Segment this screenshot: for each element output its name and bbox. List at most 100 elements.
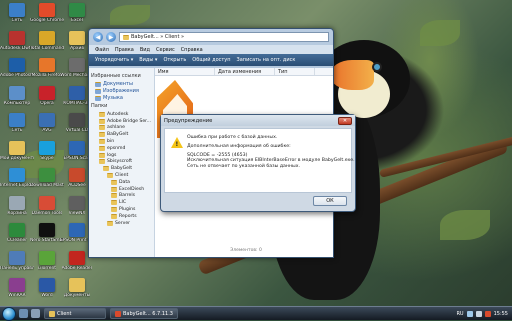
show-desktop-icon[interactable] [19, 309, 28, 318]
toolbar-button[interactable]: Виды ▾ [139, 57, 157, 63]
desktop-icon[interactable]: Nero StartSmart [30, 223, 64, 243]
address-text: BabyGelt... » Client » [131, 34, 185, 40]
library-icon [95, 81, 101, 87]
folder-tree-item[interactable]: Autodesk [91, 111, 152, 118]
folder-tree-item[interactable]: Client [91, 172, 152, 179]
desktop-icon[interactable]: WinRAR [2, 278, 32, 298]
toolbar-button[interactable]: Открыть [163, 57, 186, 63]
toucan-beak [330, 60, 374, 90]
desktop-icon[interactable]: Skype [32, 140, 62, 161]
column-header[interactable]: Дата изменения [215, 68, 275, 75]
folder-tree-item[interactable]: Barrels [91, 193, 152, 200]
folder-tree-item[interactable]: Adobe Bridge Ser... [91, 118, 152, 125]
folder-tree-item[interactable]: BaByGelt [91, 131, 152, 138]
favorites-header: Избранные ссылки [91, 73, 141, 79]
folder-tree-item[interactable]: bin [91, 138, 152, 145]
desktop-icon-label: Документы [63, 293, 91, 298]
antivirus-icon[interactable] [484, 310, 491, 317]
folder-tree-item[interactable]: ashlane [91, 125, 152, 132]
folder-tree-item[interactable]: Reports [91, 213, 152, 220]
switch-windows-icon[interactable] [31, 309, 40, 318]
application-icon [39, 30, 55, 45]
favorite-link[interactable]: Изображения [95, 88, 152, 94]
application-icon [69, 58, 85, 72]
folder-tree-item[interactable]: logs [91, 152, 152, 159]
clock[interactable]: 15:55 [494, 311, 508, 317]
folder-name: BaByGelt [107, 132, 129, 138]
back-icon[interactable]: ◀ [93, 32, 103, 42]
folder-tree-item[interactable]: Sbisyscroft [91, 159, 152, 166]
forward-icon[interactable]: ▶ [106, 32, 116, 42]
volume-icon[interactable] [475, 310, 482, 317]
wallpaper-leaf [420, 20, 460, 46]
application-icon [9, 30, 25, 45]
network-icon[interactable] [466, 310, 473, 317]
library-icon [95, 88, 101, 94]
desktop-icon[interactable]: Excel [62, 3, 92, 23]
desktop-icon[interactable]: Google Chrome [30, 3, 64, 23]
desktop-icon[interactable]: Документы [62, 278, 92, 298]
desktop-icon[interactable]: uTorrent [32, 250, 62, 271]
folder-tree-item[interactable]: LIC [91, 199, 152, 206]
desktop-icon-label: Autodesk Dwf Viewer [0, 45, 34, 51]
desktop-icon-label: Nero StartSmart [30, 238, 64, 243]
desktop-icon[interactable]: AVG [32, 113, 62, 133]
desktop-icon[interactable]: Сеть [2, 3, 32, 23]
folder-tree-item[interactable]: Plugins [91, 206, 152, 213]
desktop-icon[interactable]: Total Commander [30, 30, 64, 51]
column-header[interactable]: Имя [155, 68, 215, 75]
desktop-icon[interactable]: Adobe Photosh... [0, 58, 34, 78]
taskbar-button[interactable]: BabyGelt... 6.7.11.3 [110, 308, 178, 319]
desktop-icon[interactable]: Daemon Tools [32, 195, 62, 216]
toolbar-button[interactable]: Общий доступ [192, 57, 230, 63]
taskbar-button[interactable]: Client [44, 308, 106, 319]
menu-item[interactable]: Справка [181, 47, 203, 53]
column-header[interactable]: Тип [275, 68, 315, 75]
desktop-icon[interactable]: Autodesk Dwf Viewer [0, 30, 34, 51]
warning-dialog[interactable]: Предупреждение ✕ ! Ошибка при работе с б… [160, 114, 356, 212]
taskbar-button-label: Client [57, 310, 72, 317]
menu-item[interactable]: Вид [140, 47, 150, 53]
toolbar-button[interactable]: Записать на опт. диск [237, 57, 296, 63]
desktop-icon[interactable]: Word [32, 278, 62, 298]
desktop-icon-label: Панель управления [0, 265, 34, 271]
desktop-icon[interactable]: Mozilla Firefox [31, 58, 63, 78]
folder-icon [123, 34, 129, 40]
desktop-icon-label: Total Commander [30, 45, 64, 51]
favorite-link[interactable]: Документы [95, 81, 152, 87]
folder-tree-item[interactable]: Server [91, 220, 152, 227]
folder-tree-item[interactable]: BabyGelt [91, 165, 152, 172]
desktop-icon[interactable]: Мои документы [0, 140, 34, 161]
application-icon [39, 223, 55, 237]
desktop-icon[interactable]: Корзина [2, 195, 32, 216]
desktop-icon-label: Skype [40, 155, 54, 161]
desktop-icon[interactable]: Opera [32, 85, 62, 106]
desktop-icon[interactable]: Панель управления [0, 250, 34, 271]
desktop-icon[interactable]: Download Master [30, 168, 64, 188]
desktop-icon-label: Adobe Reader [61, 265, 93, 271]
address-bar[interactable]: BabyGelt... » Client » [119, 32, 329, 42]
favorite-link[interactable]: Музыка [95, 95, 152, 101]
wallpaper-leaf [440, 210, 490, 240]
desktop-icon[interactable]: Компьютер [2, 85, 32, 106]
desktop-icon[interactable]: Internet Explorer [0, 168, 34, 188]
desktop-icon[interactable]: CCleaner [2, 223, 32, 243]
folder-icon [99, 132, 105, 138]
desktop-icon[interactable]: Сеть [2, 113, 32, 133]
folder-tree-item[interactable]: ExcelDiesh [91, 186, 152, 193]
language-indicator[interactable]: RU [456, 311, 463, 317]
menu-item[interactable]: Сервис [156, 47, 175, 53]
desktop-icon-label: AVG [42, 128, 52, 133]
toolbar-button[interactable]: Упорядочить ▾ [95, 57, 133, 63]
menu-item[interactable]: Правка [115, 47, 134, 53]
folder-tree-item[interactable]: Data [91, 179, 152, 186]
ok-button[interactable]: ОК [313, 196, 347, 206]
explorer-titlebar[interactable]: ◀ ▶ BabyGelt... » Client » [89, 29, 333, 45]
folder-tree-item[interactable]: epsnmd [91, 145, 152, 152]
dialog-titlebar[interactable]: Предупреждение ✕ [161, 115, 355, 126]
start-button[interactable] [2, 306, 16, 321]
folders-header[interactable]: Папки [91, 103, 152, 109]
close-button[interactable]: ✕ [338, 116, 352, 125]
menu-item[interactable]: Файл [95, 47, 109, 53]
folder-name: Barrels [119, 193, 136, 199]
